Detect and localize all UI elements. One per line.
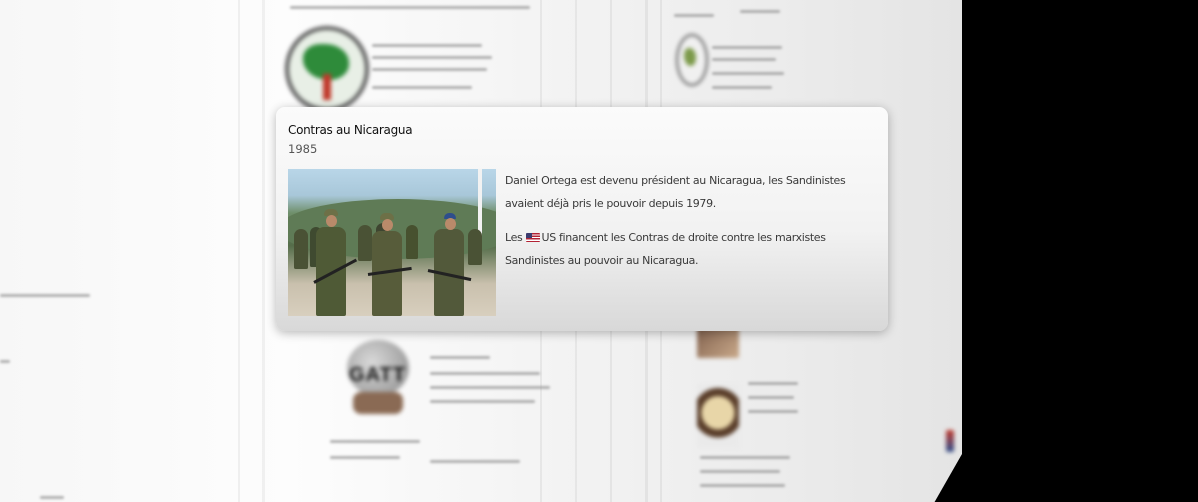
gatt-logo-icon[interactable]: GATT (343, 338, 413, 416)
event-description: Daniel Ortega est devenu président au Ni… (505, 169, 875, 283)
blurred-text-line (712, 86, 772, 89)
blurred-text-line (712, 58, 776, 61)
blurred-text-line (0, 360, 10, 363)
event-year: 1985 (288, 142, 318, 156)
blurred-text-line (748, 382, 798, 385)
globe-thumbnail-icon[interactable] (676, 34, 708, 86)
description-paragraph: Daniel Ortega est devenu président au Ni… (505, 174, 846, 210)
blurred-text-line (430, 386, 550, 389)
blurred-text-line (712, 46, 782, 49)
column-divider (262, 0, 265, 502)
country-label: US (541, 231, 557, 244)
blurred-text-line (430, 400, 535, 403)
blurred-text-line (330, 440, 420, 443)
corner-marker-icon[interactable] (946, 430, 954, 452)
blurred-text-line (430, 356, 490, 359)
event-thumbnail[interactable] (697, 384, 739, 448)
blurred-text-line (740, 10, 780, 13)
blurred-text-line (712, 72, 784, 75)
blurred-text-line (700, 456, 790, 459)
blurred-text-line (0, 294, 90, 297)
blurred-text-line (700, 484, 785, 487)
event-title: Contras au Nicaragua (288, 123, 413, 137)
blurred-text-line (372, 44, 482, 47)
blurred-text-line (372, 86, 472, 89)
paragraph-prefix: Les (505, 231, 526, 244)
blurred-text-line (430, 372, 540, 375)
blurred-text-line (700, 470, 780, 473)
us-flag-icon (525, 233, 540, 242)
blurred-text-line (748, 410, 798, 413)
event-photo[interactable] (288, 169, 496, 316)
event-detail-popup[interactable]: Contras au Nicaragua 1985 Daniel Ortega … (276, 107, 888, 331)
description-paragraph: Les US financent les Contras de droite c… (505, 226, 875, 272)
black-backdrop (962, 0, 1198, 502)
blurred-text-line (290, 6, 530, 9)
blurred-text-line (330, 456, 400, 459)
blurred-text-line (372, 68, 487, 71)
blurred-text-line (430, 460, 520, 463)
blurred-text-line (40, 496, 64, 499)
blurred-text-line (674, 14, 714, 17)
blurred-text-line (748, 396, 794, 399)
emblem-badge-icon[interactable] (285, 26, 369, 112)
blurred-text-line (372, 56, 492, 59)
column-divider (238, 0, 240, 502)
